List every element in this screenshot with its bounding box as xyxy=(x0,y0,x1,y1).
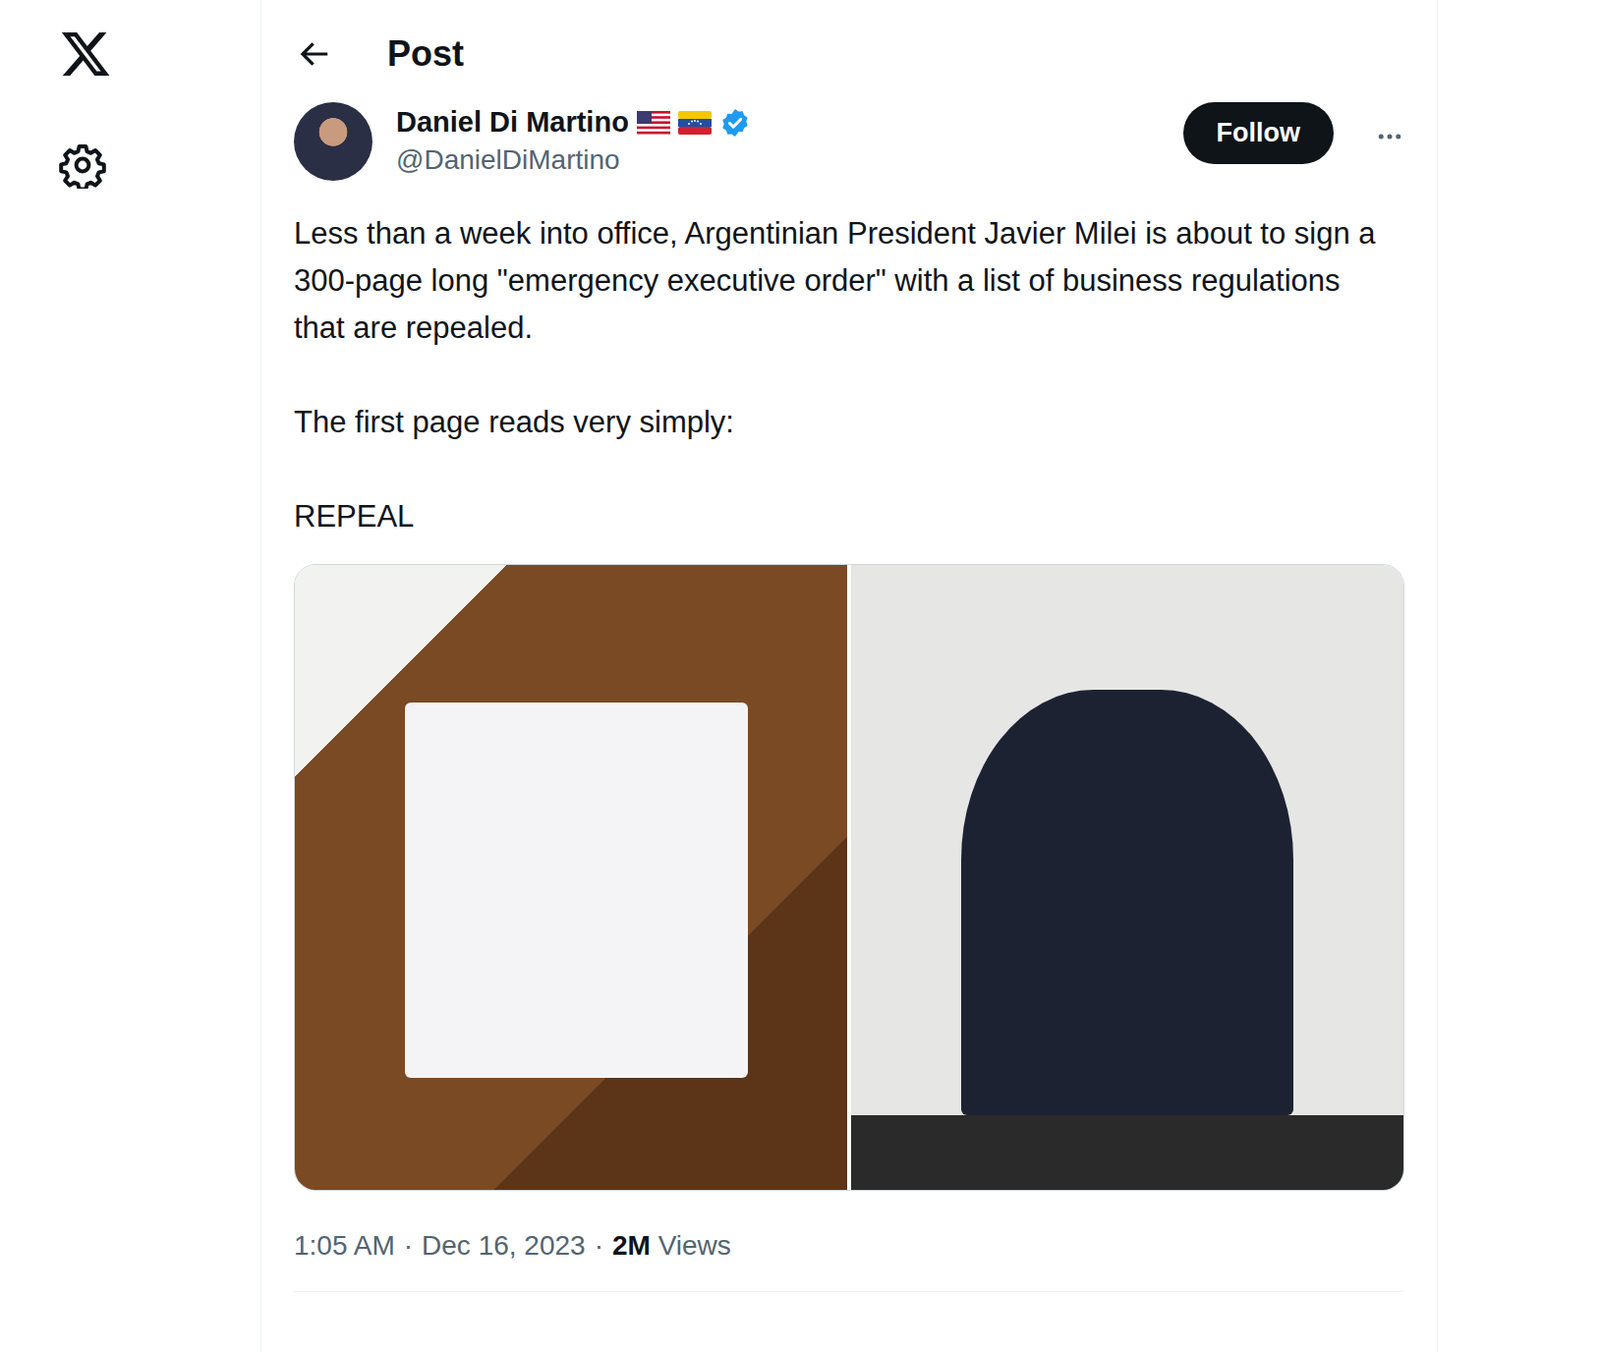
documents-photo[interactable] xyxy=(294,565,848,1191)
more-options-icon[interactable] xyxy=(1374,121,1405,152)
back-arrow-icon[interactable] xyxy=(294,35,333,73)
views-label: Views xyxy=(658,1230,732,1261)
meta-separator: · xyxy=(594,1230,604,1262)
gear-icon[interactable] xyxy=(58,141,107,189)
meta-separator: · xyxy=(403,1230,413,1262)
views: 2M Views xyxy=(612,1230,732,1262)
page-title: Post xyxy=(387,33,464,75)
views-count: 2M xyxy=(612,1230,651,1261)
portrait-photo[interactable] xyxy=(851,565,1404,1191)
post-paragraph: REPEAL xyxy=(293,493,1385,541)
post-date[interactable]: Dec 16, 2023 xyxy=(421,1230,586,1262)
venezuela-flag-icon xyxy=(678,111,712,135)
paper-stack xyxy=(404,702,747,1079)
author-row: Daniel Di Martino @DanielDiMartino Follow xyxy=(293,102,1405,181)
x-logo-icon[interactable] xyxy=(58,27,113,81)
post: Daniel Di Martino @DanielDiMartino Follow L… xyxy=(261,82,1437,1293)
page-header: Post xyxy=(261,0,1437,83)
post-time[interactable]: 1:05 AM xyxy=(293,1230,396,1262)
sidebar xyxy=(0,0,261,1352)
person-figure xyxy=(961,689,1293,1115)
us-flag-icon xyxy=(636,111,671,135)
author-name[interactable]: Daniel Di Martino xyxy=(396,106,629,139)
post-paragraph: Less than a week into office, Argentinia… xyxy=(293,210,1385,352)
post-column: Post Daniel Di Martino @DanielDiMartino Fol… xyxy=(260,0,1438,1352)
post-paragraph: The first page reads very simply: xyxy=(293,399,1385,447)
author-info: Daniel Di Martino @DanielDiMartino xyxy=(396,102,1160,176)
author-avatar[interactable] xyxy=(293,102,373,181)
name-line: Daniel Di Martino xyxy=(396,106,1160,139)
post-text: Less than a week into office, Argentinia… xyxy=(293,210,1405,541)
follow-button[interactable]: Follow xyxy=(1183,102,1334,165)
post-media xyxy=(293,564,1405,1192)
author-handle[interactable]: @DanielDiMartino xyxy=(396,144,1160,176)
post-meta: 1:05 AM·Dec 16, 2023·2M Views xyxy=(293,1230,1405,1293)
verified-badge-icon xyxy=(719,107,751,139)
